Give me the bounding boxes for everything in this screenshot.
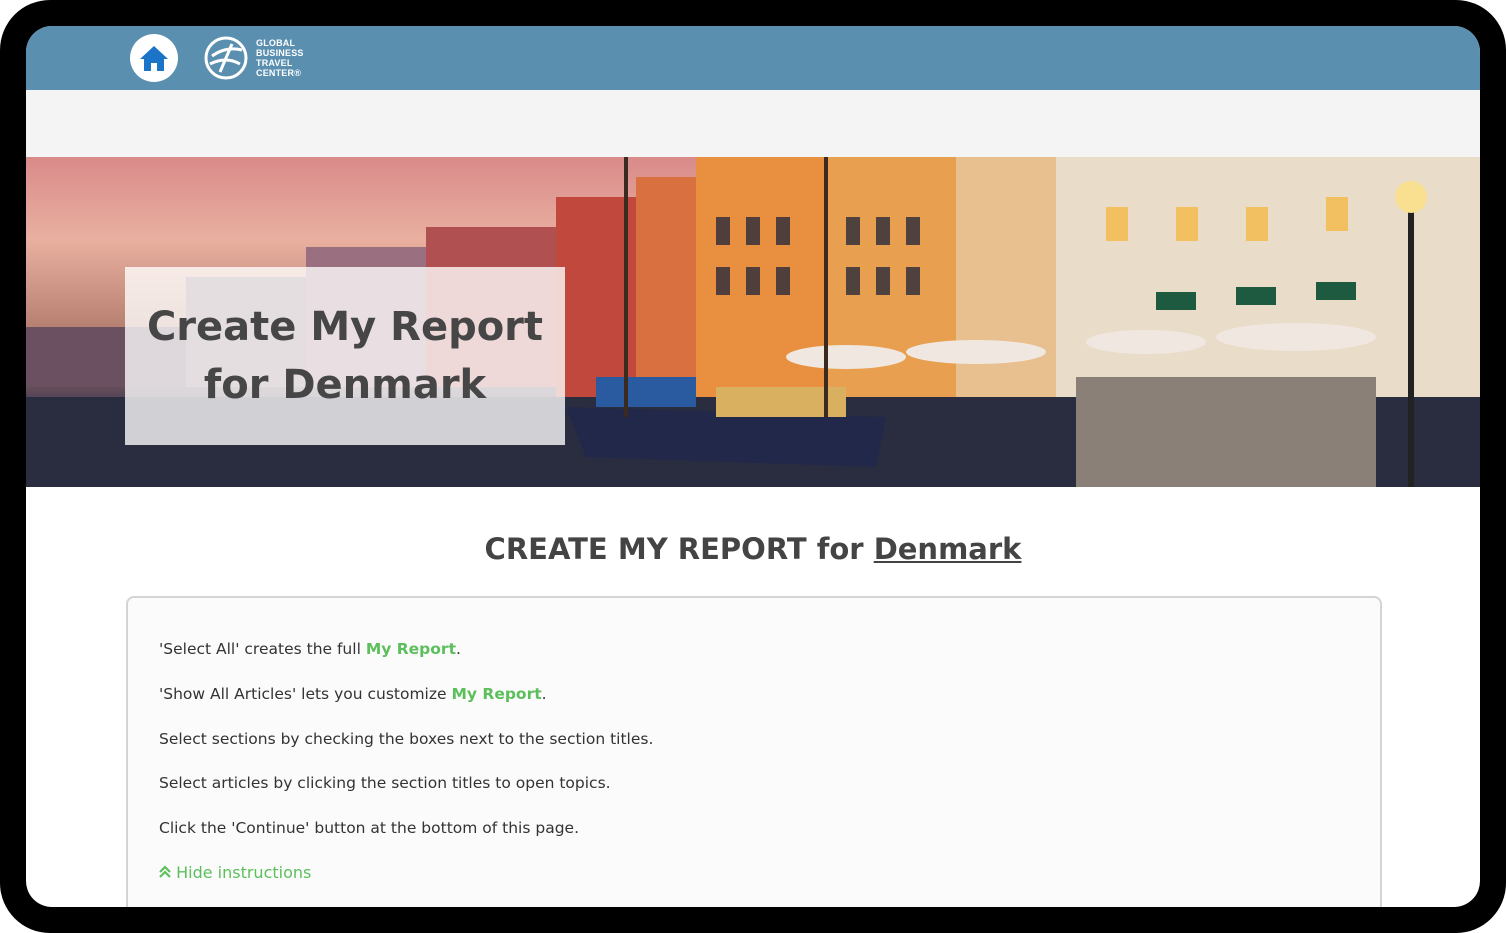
logo-line-3: TRAVEL	[256, 58, 293, 68]
hide-instructions-label: Hide instructions	[176, 863, 312, 882]
globe-plane-icon	[204, 36, 248, 80]
top-navigation-bar: GLOBAL BUSINESS TRAVEL CENTER®	[26, 26, 1480, 90]
instruction-show-all: 'Show All Articles' lets you customize M…	[159, 685, 547, 703]
logo-line-2: BUSINESS	[256, 48, 304, 58]
instruction-1-text: 'Select All' creates the full	[159, 640, 366, 658]
banner-title: Create My Report for Denmark	[147, 298, 543, 414]
hero-banner: Create My Report for Denmark	[26, 157, 1480, 487]
instructions-panel: 'Select All' creates the full My Report.…	[126, 596, 1382, 907]
instruction-2-end: .	[541, 685, 547, 703]
instruction-2-text: 'Show All Articles' lets you customize	[159, 685, 452, 703]
instruction-select-all: 'Select All' creates the full My Report.	[159, 640, 461, 658]
instruction-continue: Click the 'Continue' button at the botto…	[159, 819, 579, 837]
logo-wordmark: GLOBAL BUSINESS TRAVEL CENTER®	[256, 38, 304, 78]
instruction-1-end: .	[455, 640, 461, 658]
hide-instructions-row: Hide instructions	[159, 863, 311, 882]
my-report-link-2[interactable]: My Report	[451, 685, 541, 703]
chevron-double-up-icon	[159, 865, 171, 878]
logo-line-4: CENTER®	[256, 68, 302, 78]
gbtc-logo[interactable]: GLOBAL BUSINESS TRAVEL CENTER®	[202, 34, 304, 82]
hide-instructions-link[interactable]: Hide instructions	[159, 863, 311, 882]
page-title-prefix: CREATE MY REPORT for	[484, 532, 874, 566]
banner-title-line-1: Create My Report	[146, 304, 544, 350]
banner-title-line-2: for Denmark	[203, 362, 487, 408]
instruction-select-sections: Select sections by checking the boxes ne…	[159, 730, 654, 748]
instruction-select-articles: Select articles by clicking the section …	[159, 774, 611, 792]
secondary-bar	[26, 90, 1480, 157]
page-title: CREATE MY REPORT for Denmark	[26, 532, 1480, 566]
home-icon	[137, 41, 171, 75]
browser-viewport: GLOBAL BUSINESS TRAVEL CENTER® Create My…	[26, 26, 1480, 907]
banner-title-box: Create My Report for Denmark	[125, 267, 565, 445]
home-button[interactable]	[130, 34, 178, 82]
my-report-link-1[interactable]: My Report	[366, 640, 456, 658]
logo-line-1: GLOBAL	[256, 38, 296, 48]
country-link[interactable]: Denmark	[874, 532, 1022, 566]
device-frame: GLOBAL BUSINESS TRAVEL CENTER® Create My…	[0, 0, 1506, 933]
